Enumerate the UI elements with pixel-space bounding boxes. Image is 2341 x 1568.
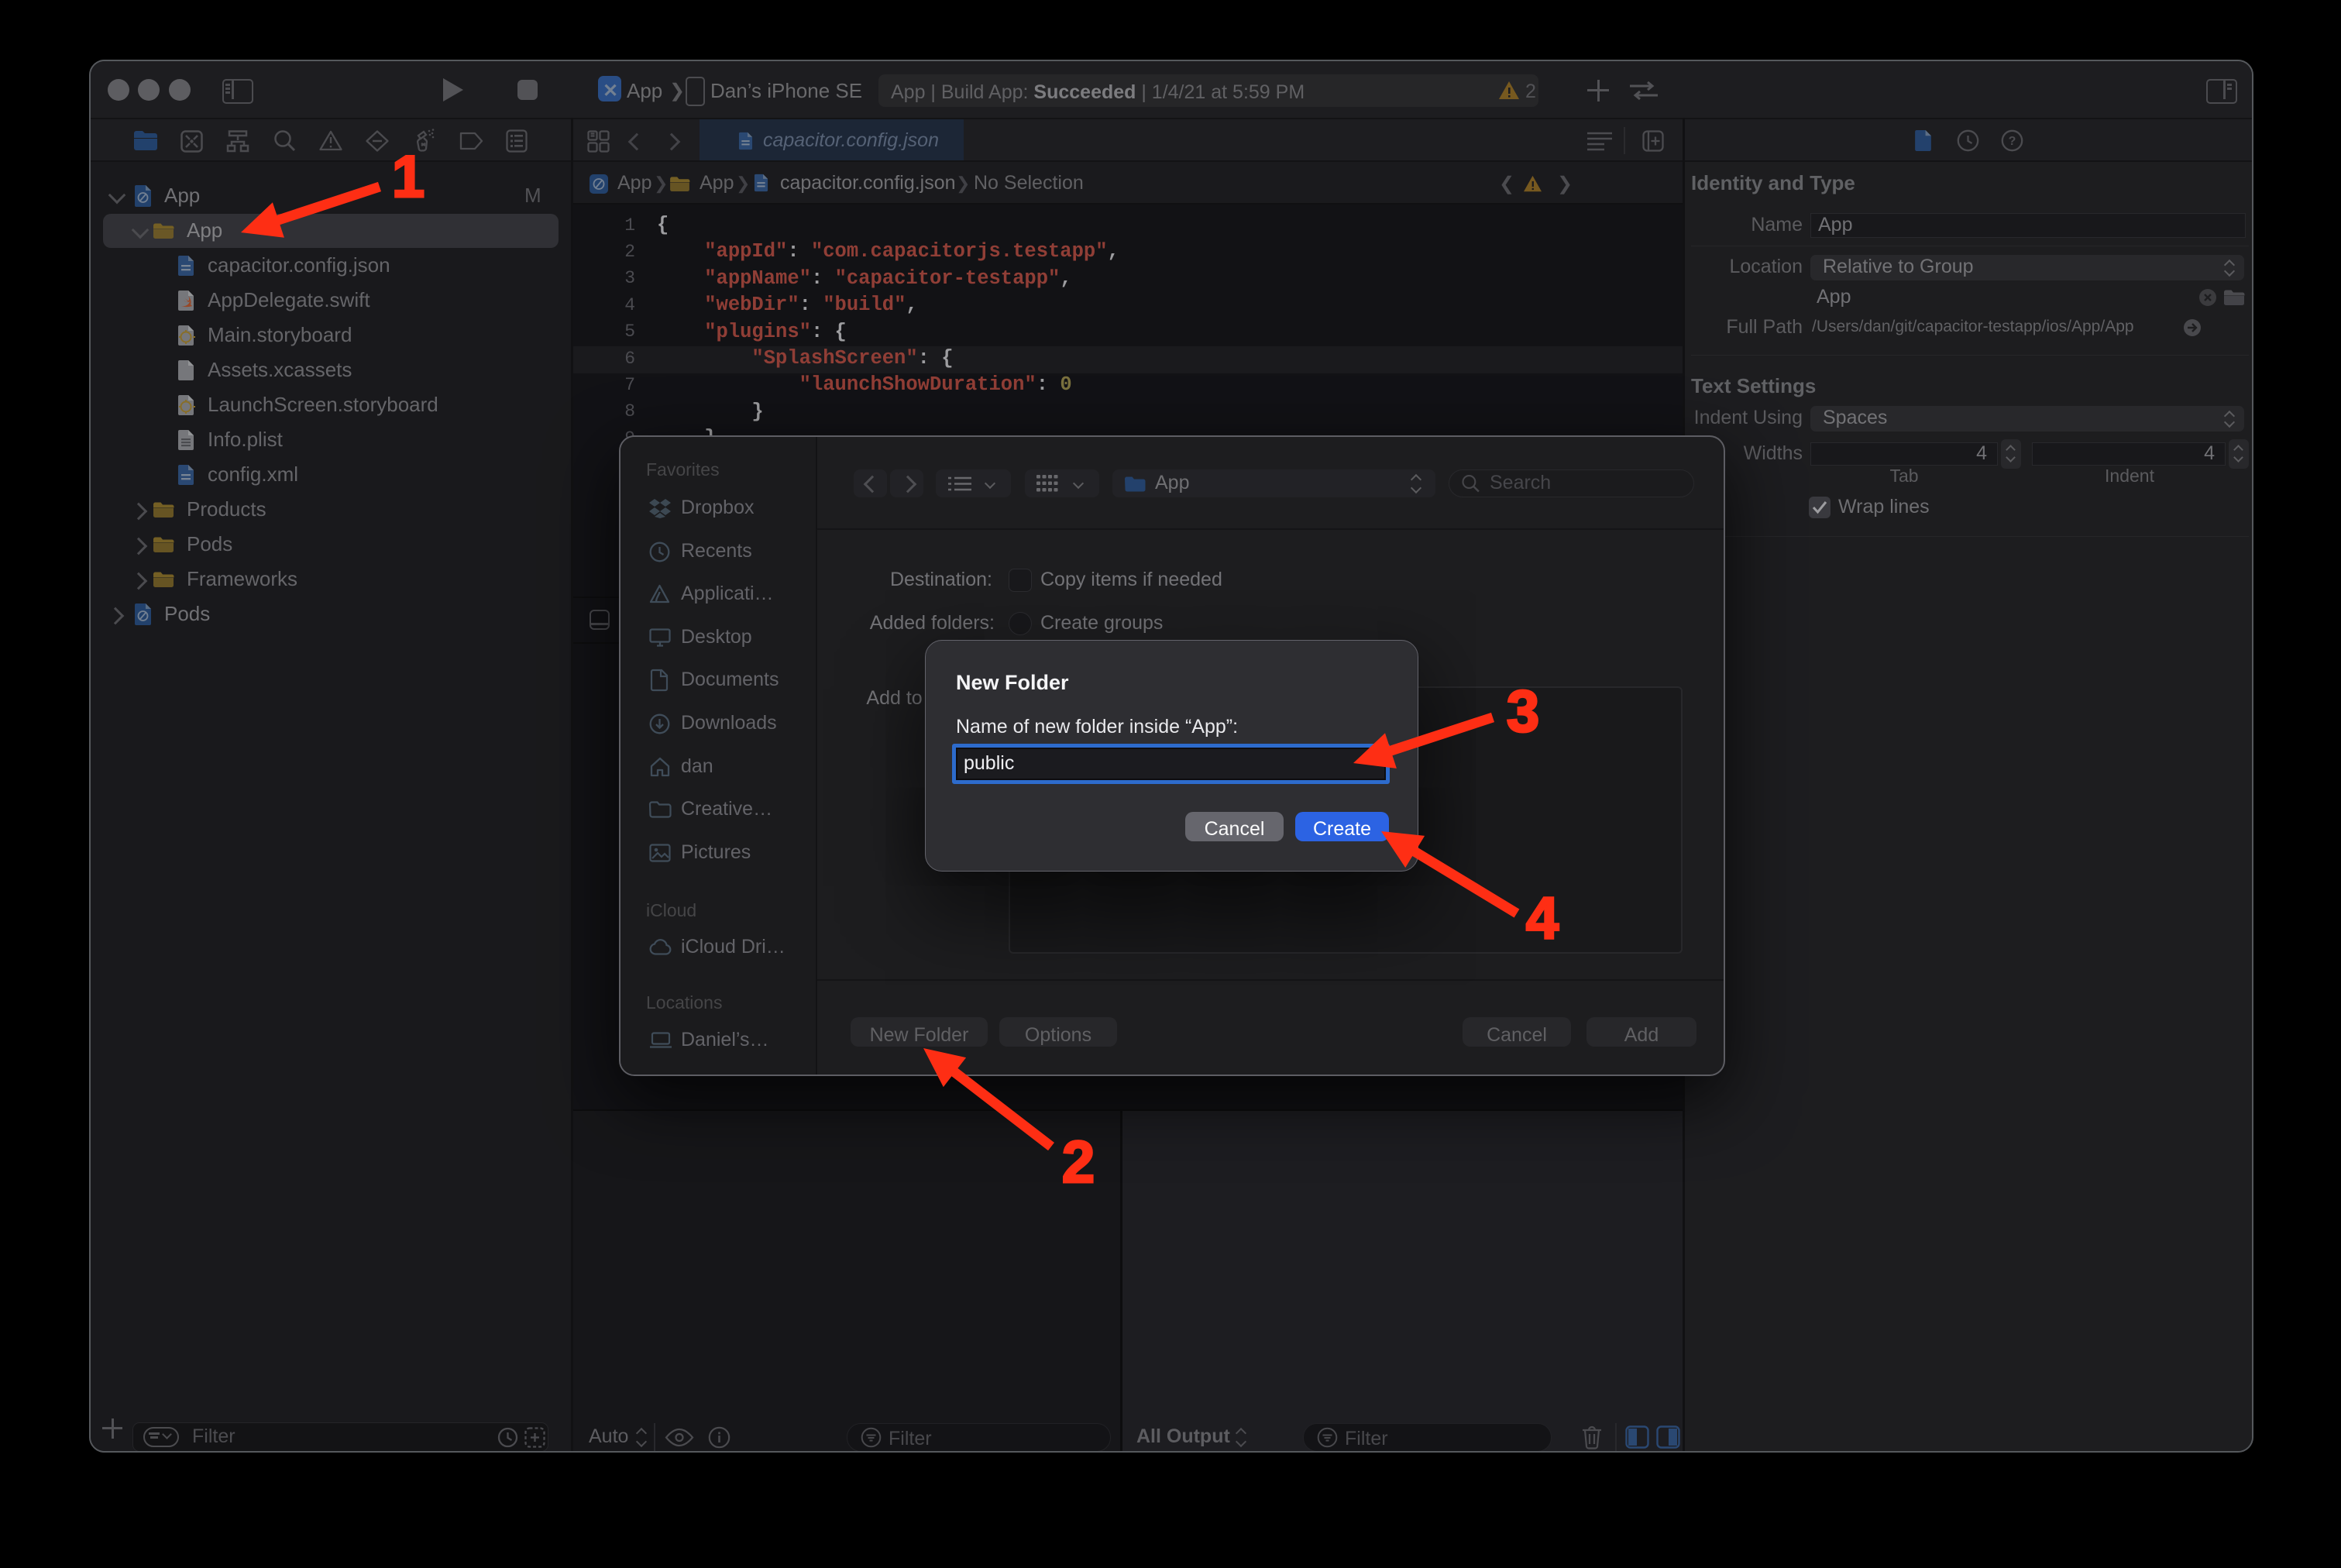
svg-text:1: 1 [392, 144, 425, 210]
svg-text:4: 4 [1526, 885, 1559, 951]
svg-text:2: 2 [1062, 1130, 1095, 1195]
svg-text:3: 3 [1507, 679, 1539, 744]
